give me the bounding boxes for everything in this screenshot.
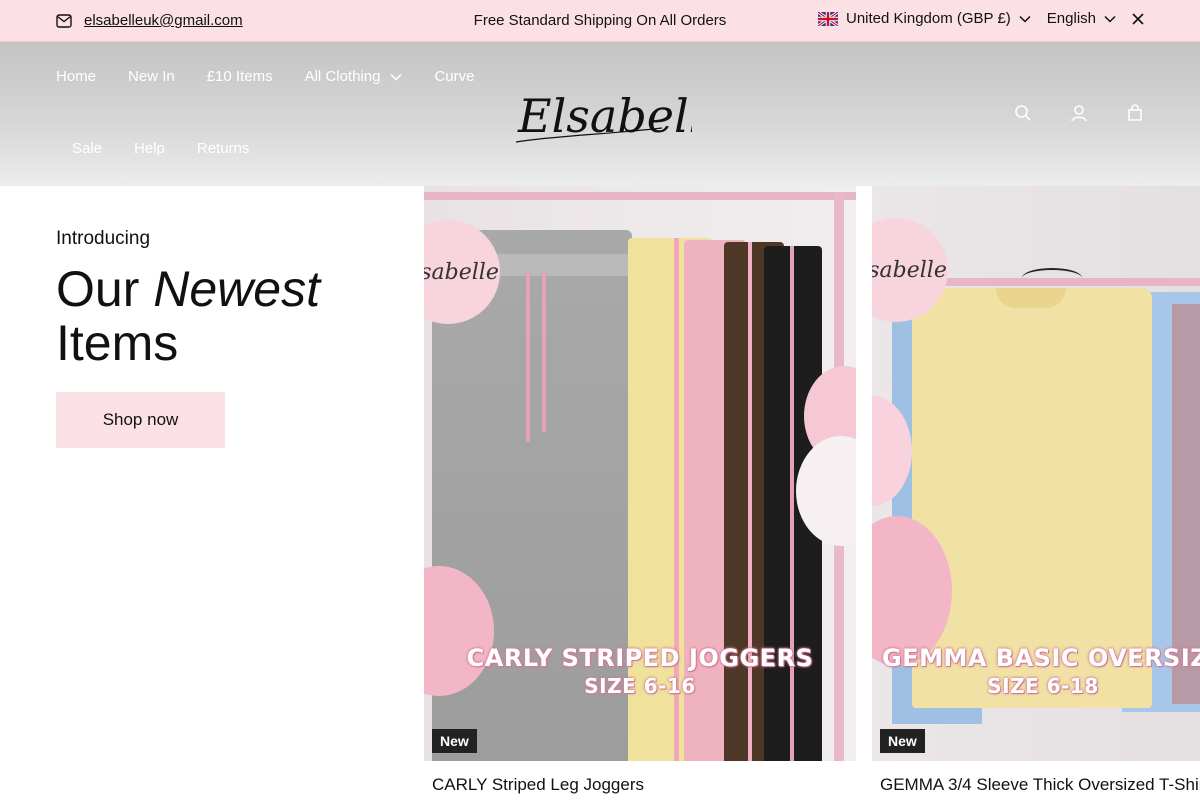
chevron-down-icon	[1019, 15, 1031, 23]
product-card[interactable]: Elsabelle GEMMA BASIC OVERSIZED SIZE 6-1…	[872, 186, 1200, 794]
nav-10-items[interactable]: £10 Items	[207, 68, 273, 85]
country-label: United Kingdom (GBP £)	[845, 10, 1011, 27]
new-badge: New	[432, 729, 477, 753]
chevron-down-icon	[390, 73, 402, 81]
new-badge: New	[880, 729, 925, 753]
nav-all-clothing[interactable]: All Clothing	[305, 68, 403, 85]
nav-home[interactable]: Home	[56, 68, 96, 85]
brand-logo-text: Elsabelle	[517, 89, 692, 143]
nav-curve[interactable]: Curve	[434, 68, 474, 85]
uk-flag-icon	[817, 11, 838, 26]
product-name[interactable]: GEMMA 3/4 Sleeve Thick Oversized T-Shirt	[880, 775, 1200, 795]
brand-watermark-text: Elsabelle	[872, 257, 947, 283]
hero-title: Our Newest Items	[56, 262, 320, 370]
main-nav: Home New In £10 Items All Clothing Curve	[56, 68, 474, 85]
product-overlay-title: CARLY STRIPED JOGGERS	[466, 644, 814, 672]
account-icon[interactable]	[1070, 104, 1088, 122]
product-image[interactable]: Elsabelle GEMMA BASIC OVERSIZED SIZE 6-1…	[872, 186, 1200, 761]
product-overlay-size: SIZE 6-16	[584, 674, 696, 698]
product-overlay-title: GEMMA BASIC OVERSIZED	[882, 644, 1200, 672]
nav-help[interactable]: Help	[134, 140, 165, 157]
hero-title-part2: Items	[56, 315, 179, 371]
shipping-message: Free Standard Shipping On All Orders	[473, 12, 727, 29]
product-image[interactable]: Elsabelle CARLY STRIPED JOGGERS SIZE 6-1…	[424, 186, 856, 761]
cart-icon[interactable]	[1126, 104, 1144, 122]
close-icon[interactable]	[1132, 12, 1144, 25]
country-selector[interactable]: United Kingdom (GBP £)	[817, 10, 1031, 27]
language-label: English	[1046, 10, 1096, 27]
brand-logo[interactable]: Elsabelle	[512, 76, 692, 152]
contact-email[interactable]: elsabelleuk@gmail.com	[56, 12, 243, 29]
announcement-bar: elsabelleuk@gmail.com Free Standard Ship…	[0, 0, 1200, 42]
site-header: Home New In £10 Items All Clothing Curve…	[0, 42, 1200, 186]
chevron-down-icon	[1104, 15, 1116, 23]
hero-title-part1: Our	[56, 261, 154, 317]
search-icon[interactable]	[1014, 104, 1032, 122]
hero-intro: Introducing	[56, 228, 151, 249]
nav-all-clothing-label: All Clothing	[304, 68, 381, 85]
nav-new-in[interactable]: New In	[128, 68, 175, 85]
nav-returns[interactable]: Returns	[197, 140, 250, 157]
secondary-nav: Sale Help Returns	[72, 140, 249, 157]
email-link[interactable]: elsabelleuk@gmail.com	[84, 12, 243, 29]
product-overlay-size: SIZE 6-18	[987, 674, 1099, 698]
product-card[interactable]: Elsabelle CARLY STRIPED JOGGERS SIZE 6-1…	[424, 186, 856, 794]
nav-sale[interactable]: Sale	[72, 140, 102, 157]
language-selector[interactable]: English	[1047, 10, 1116, 27]
product-name[interactable]: CARLY Striped Leg Joggers	[432, 775, 644, 795]
header-icons	[1014, 104, 1144, 122]
hero-title-emphasis: Newest	[153, 261, 320, 317]
shop-now-button[interactable]: Shop now	[56, 392, 225, 448]
mail-icon	[56, 13, 72, 28]
brand-watermark-text: Elsabelle	[424, 259, 499, 285]
